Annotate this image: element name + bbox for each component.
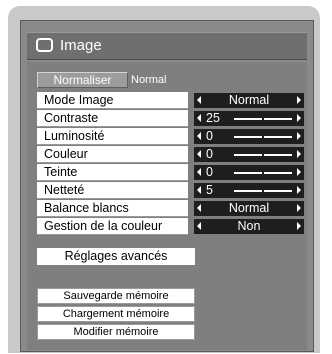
- setting-row-luminosite[interactable]: Luminosité 0: [37, 128, 305, 145]
- setting-row-mode-image[interactable]: Mode Image Normal: [37, 92, 305, 109]
- load-memory-button[interactable]: Chargement mémoire: [37, 306, 195, 322]
- setting-value: Normal: [228, 93, 270, 107]
- arrow-left-icon[interactable]: [197, 204, 201, 212]
- arrow-right-icon[interactable]: [297, 204, 301, 212]
- slider-knob[interactable]: [262, 169, 264, 176]
- setting-value-slider[interactable]: 5: [194, 183, 304, 198]
- page-title: Image: [60, 37, 102, 54]
- setting-row-balance-blancs[interactable]: Balance blancs Normal: [37, 200, 305, 217]
- slider-track[interactable]: [234, 151, 292, 158]
- setting-value-select[interactable]: Normal: [194, 201, 304, 216]
- setting-row-teinte[interactable]: Teinte 0: [37, 164, 305, 181]
- setting-label: Couleur: [37, 146, 188, 163]
- slider-knob[interactable]: [262, 187, 264, 194]
- arrow-left-icon[interactable]: [197, 132, 201, 140]
- setting-row-couleur[interactable]: Couleur 0: [37, 146, 305, 163]
- title-bar: Image: [27, 32, 307, 60]
- arrow-right-icon[interactable]: [297, 132, 301, 140]
- arrow-left-icon[interactable]: [197, 186, 201, 194]
- save-memory-button[interactable]: Sauvegarde mémoire: [37, 288, 195, 304]
- setting-label: Teinte: [37, 164, 188, 181]
- arrow-right-icon[interactable]: [297, 222, 301, 230]
- setting-value: 5: [206, 183, 213, 197]
- slider-track[interactable]: [234, 133, 292, 140]
- arrow-left-icon[interactable]: [197, 168, 201, 176]
- normalize-current-label: Normal: [131, 74, 167, 86]
- normalize-button[interactable]: Normaliser: [37, 72, 128, 88]
- arrow-right-icon[interactable]: [297, 186, 301, 194]
- setting-value: 0: [206, 147, 213, 161]
- arrow-left-icon[interactable]: [197, 114, 201, 122]
- setting-value: Normal: [228, 201, 270, 215]
- slider-knob[interactable]: [262, 151, 264, 158]
- setting-value: 25: [206, 111, 220, 125]
- slider-track[interactable]: [234, 115, 292, 122]
- slider-track[interactable]: [234, 187, 292, 194]
- slider-track[interactable]: [234, 169, 292, 176]
- setting-value: Non: [237, 219, 261, 233]
- setting-value-select[interactable]: Non: [194, 219, 304, 234]
- slider-knob[interactable]: [262, 115, 264, 122]
- arrow-left-icon[interactable]: [197, 150, 201, 158]
- setting-row-contraste[interactable]: Contraste 25: [37, 110, 305, 127]
- setting-label: Contraste: [37, 110, 188, 127]
- setting-row-nettete[interactable]: Netteté 5: [37, 182, 305, 199]
- arrow-right-icon[interactable]: [297, 96, 301, 104]
- setting-label: Luminosité: [37, 128, 188, 145]
- setting-value-slider[interactable]: 0: [194, 129, 304, 144]
- arrow-left-icon[interactable]: [197, 222, 201, 230]
- setting-value-select[interactable]: Normal: [194, 93, 304, 108]
- setting-value-slider[interactable]: 0: [194, 165, 304, 180]
- arrow-right-icon[interactable]: [297, 168, 301, 176]
- modify-memory-button[interactable]: Modifier mémoire: [37, 324, 195, 340]
- setting-label: Mode Image: [37, 92, 188, 109]
- advanced-settings-button[interactable]: Réglages avancés: [37, 248, 195, 265]
- setting-row-gestion-couleur[interactable]: Gestion de la couleur Non: [37, 218, 305, 235]
- arrow-left-icon[interactable]: [197, 96, 201, 104]
- setting-value-slider[interactable]: 25: [194, 111, 304, 126]
- setting-label: Gestion de la couleur: [37, 218, 188, 235]
- setting-value: 0: [206, 129, 213, 143]
- arrow-right-icon[interactable]: [297, 150, 301, 158]
- setting-value: 0: [206, 165, 213, 179]
- setting-label: Netteté: [37, 182, 188, 199]
- arrow-right-icon[interactable]: [297, 114, 301, 122]
- slider-knob[interactable]: [262, 133, 264, 140]
- setting-value-slider[interactable]: 0: [194, 147, 304, 162]
- setting-label: Balance blancs: [37, 200, 188, 217]
- screen-icon: [36, 38, 53, 52]
